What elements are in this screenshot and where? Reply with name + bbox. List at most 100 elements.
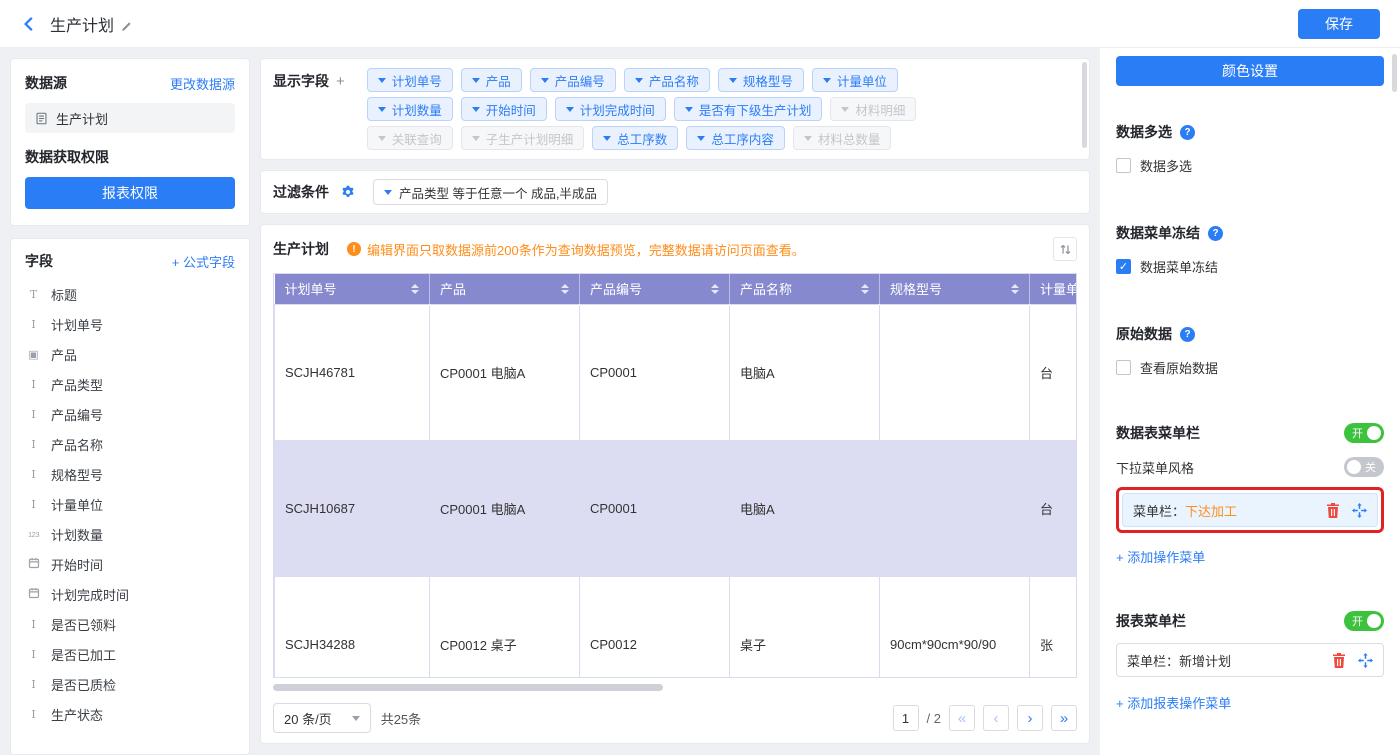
raw-data-checkbox[interactable] [1116,360,1131,375]
field-chip[interactable]: 开始时间 [461,97,547,121]
column-header[interactable]: 计量单位 [1030,274,1078,304]
add-action-menu-link[interactable]: + 添加操作菜单 [1116,547,1205,566]
field-chip[interactable]: 计划数量 [367,97,453,121]
cell: 电脑A [730,440,880,576]
menubar-item[interactable]: 菜单栏： 下达加工 [1122,493,1378,527]
field-chip-label: 子生产计划明细 [486,129,574,148]
sort-icon[interactable] [711,284,719,294]
field-chip-label: 总工序内容 [711,129,774,148]
field-chip[interactable]: 总工序内容 [686,126,785,150]
field-chip-label: 材料明细 [855,100,905,119]
dropdown-style-label: 下拉菜单风格 [1116,458,1194,477]
field-chip[interactable]: 计划完成时间 [555,97,666,121]
page-size-select[interactable]: 20 条/页 [273,703,371,733]
field-item-spec[interactable]: I规格型号 [25,459,235,489]
field-item-start-time[interactable]: 开始时间 [25,549,235,579]
field-item-label: 产品 [51,345,77,364]
edit-title-icon[interactable] [120,20,132,38]
multi-select-checkbox[interactable] [1116,158,1131,173]
table-row[interactable]: SCJH46781 CP0001 电脑A CP0001 电脑A 台 [275,304,1078,440]
field-chip-disabled[interactable]: 材料明细 [830,97,916,121]
field-item-finish-time[interactable]: 计划完成时间 [25,579,235,609]
column-header[interactable]: 产品编号 [580,274,730,304]
report-menubar-item[interactable]: 菜单栏： 新增计划 [1116,643,1384,677]
table-row-selected[interactable]: SCJH10687 CP0001 电脑A CP0001 电脑A 台 [275,440,1078,576]
field-chip[interactable]: 计量单位 [812,68,898,92]
filter-condition-chip[interactable]: 产品类型 等于任意一个 成品,半成品 [373,179,608,205]
last-page-button[interactable]: » [1051,705,1077,731]
field-chip[interactable]: 总工序数 [592,126,678,150]
field-chip[interactable]: 产品编号 [530,68,616,92]
add-display-field-button[interactable]: + [336,73,345,90]
table-menubar-toggle[interactable]: 开 [1344,423,1384,443]
first-page-button[interactable]: « [949,705,975,731]
field-chip[interactable]: 规格型号 [718,68,804,92]
field-chip[interactable]: 产品 [461,68,522,92]
color-settings-button[interactable]: 颜色设置 [1116,56,1384,86]
prev-page-button[interactable]: ‹ [983,705,1009,731]
field-chip-label: 计量单位 [837,71,887,90]
field-chip-disabled[interactable]: 子生产计划明细 [461,126,585,150]
middle-scrollbar[interactable] [1082,62,1087,148]
sort-icon[interactable] [861,284,869,294]
gear-icon[interactable] [341,185,355,199]
field-item-product-no[interactable]: I产品编号 [25,399,235,429]
field-item-product-type[interactable]: I产品类型 [25,369,235,399]
field-item-title[interactable]: T标题 [25,279,235,309]
horizontal-scrollbar[interactable] [273,684,663,691]
field-chip[interactable]: 计划单号 [367,68,453,92]
field-chip-disabled[interactable]: 关联查询 [367,126,453,150]
field-item-label: 开始时间 [51,555,103,574]
field-item-label: 生产状态 [51,705,103,724]
field-item-product[interactable]: ▣产品 [25,339,235,369]
help-icon[interactable]: ? [1208,226,1223,241]
field-chip[interactable]: 是否有下级生产计划 [674,97,823,121]
next-page-button[interactable]: › [1017,705,1043,731]
report-menubar-toggle[interactable]: 开 [1344,611,1384,631]
delete-icon[interactable] [1326,503,1340,518]
dropdown-style-toggle[interactable]: 关 [1344,457,1384,477]
datasource-item[interactable]: 生产计划 [25,103,235,133]
field-chip-disabled[interactable]: 材料总数量 [793,126,892,150]
sort-icon[interactable] [561,284,569,294]
field-chip-label: 计划数量 [392,100,442,119]
text-field-icon: I [25,618,42,631]
field-item-picked[interactable]: I是否已领料 [25,609,235,639]
sort-icon[interactable] [411,284,419,294]
help-icon[interactable]: ? [1180,327,1195,342]
cell: CP0001 [580,304,730,440]
panel-scrollbar[interactable] [1392,54,1397,92]
table-header-row: 计划单号 产品 产品编号 产品名称 规格型号 计量单位 [275,274,1078,304]
column-header[interactable]: 计划单号 [275,274,430,304]
help-icon[interactable]: ? [1180,125,1195,140]
move-icon[interactable] [1358,653,1373,668]
column-header[interactable]: 规格型号 [880,274,1030,304]
field-item-status[interactable]: I生产状态 [25,699,235,729]
field-item-plan-no[interactable]: I计划单号 [25,309,235,339]
fields-card: 字段 + 公式字段 T标题 I计划单号 ▣产品 I产品类型 I产品编号 I产品名… [10,238,250,755]
back-button[interactable] [20,15,38,33]
delete-icon[interactable] [1332,653,1346,668]
add-formula-field-link[interactable]: + 公式字段 [172,252,235,271]
field-item-unit[interactable]: I计量单位 [25,489,235,519]
sort-icon[interactable] [1011,284,1019,294]
save-button[interactable]: 保存 [1298,9,1380,39]
field-item-product-name[interactable]: I产品名称 [25,429,235,459]
column-header[interactable]: 产品名称 [730,274,880,304]
cell: 电脑A [730,304,880,440]
field-item-inspected[interactable]: I是否已质检 [25,669,235,699]
column-header[interactable]: 产品 [430,274,580,304]
field-chip[interactable]: 产品名称 [624,68,710,92]
field-item-processed[interactable]: I是否已加工 [25,639,235,669]
sort-order-icon[interactable] [1053,237,1077,261]
report-permission-button[interactable]: 报表权限 [25,177,235,209]
current-page-box[interactable]: 1 [893,705,919,731]
field-list: T标题 I计划单号 ▣产品 I产品类型 I产品编号 I产品名称 I规格型号 I计… [25,279,235,729]
move-icon[interactable] [1352,503,1367,518]
datasource-title: 数据源 [25,73,67,93]
menu-freeze-checkbox[interactable]: ✓ [1116,259,1131,274]
change-datasource-link[interactable]: 更改数据源 [170,74,235,93]
field-item-qty[interactable]: 123计划数量 [25,519,235,549]
add-report-action-menu-link[interactable]: + 添加报表操作菜单 [1116,693,1231,712]
table-row[interactable]: SCJH34288 CP0012 桌子 CP0012 桌子 90cm*90cm*… [275,576,1078,678]
